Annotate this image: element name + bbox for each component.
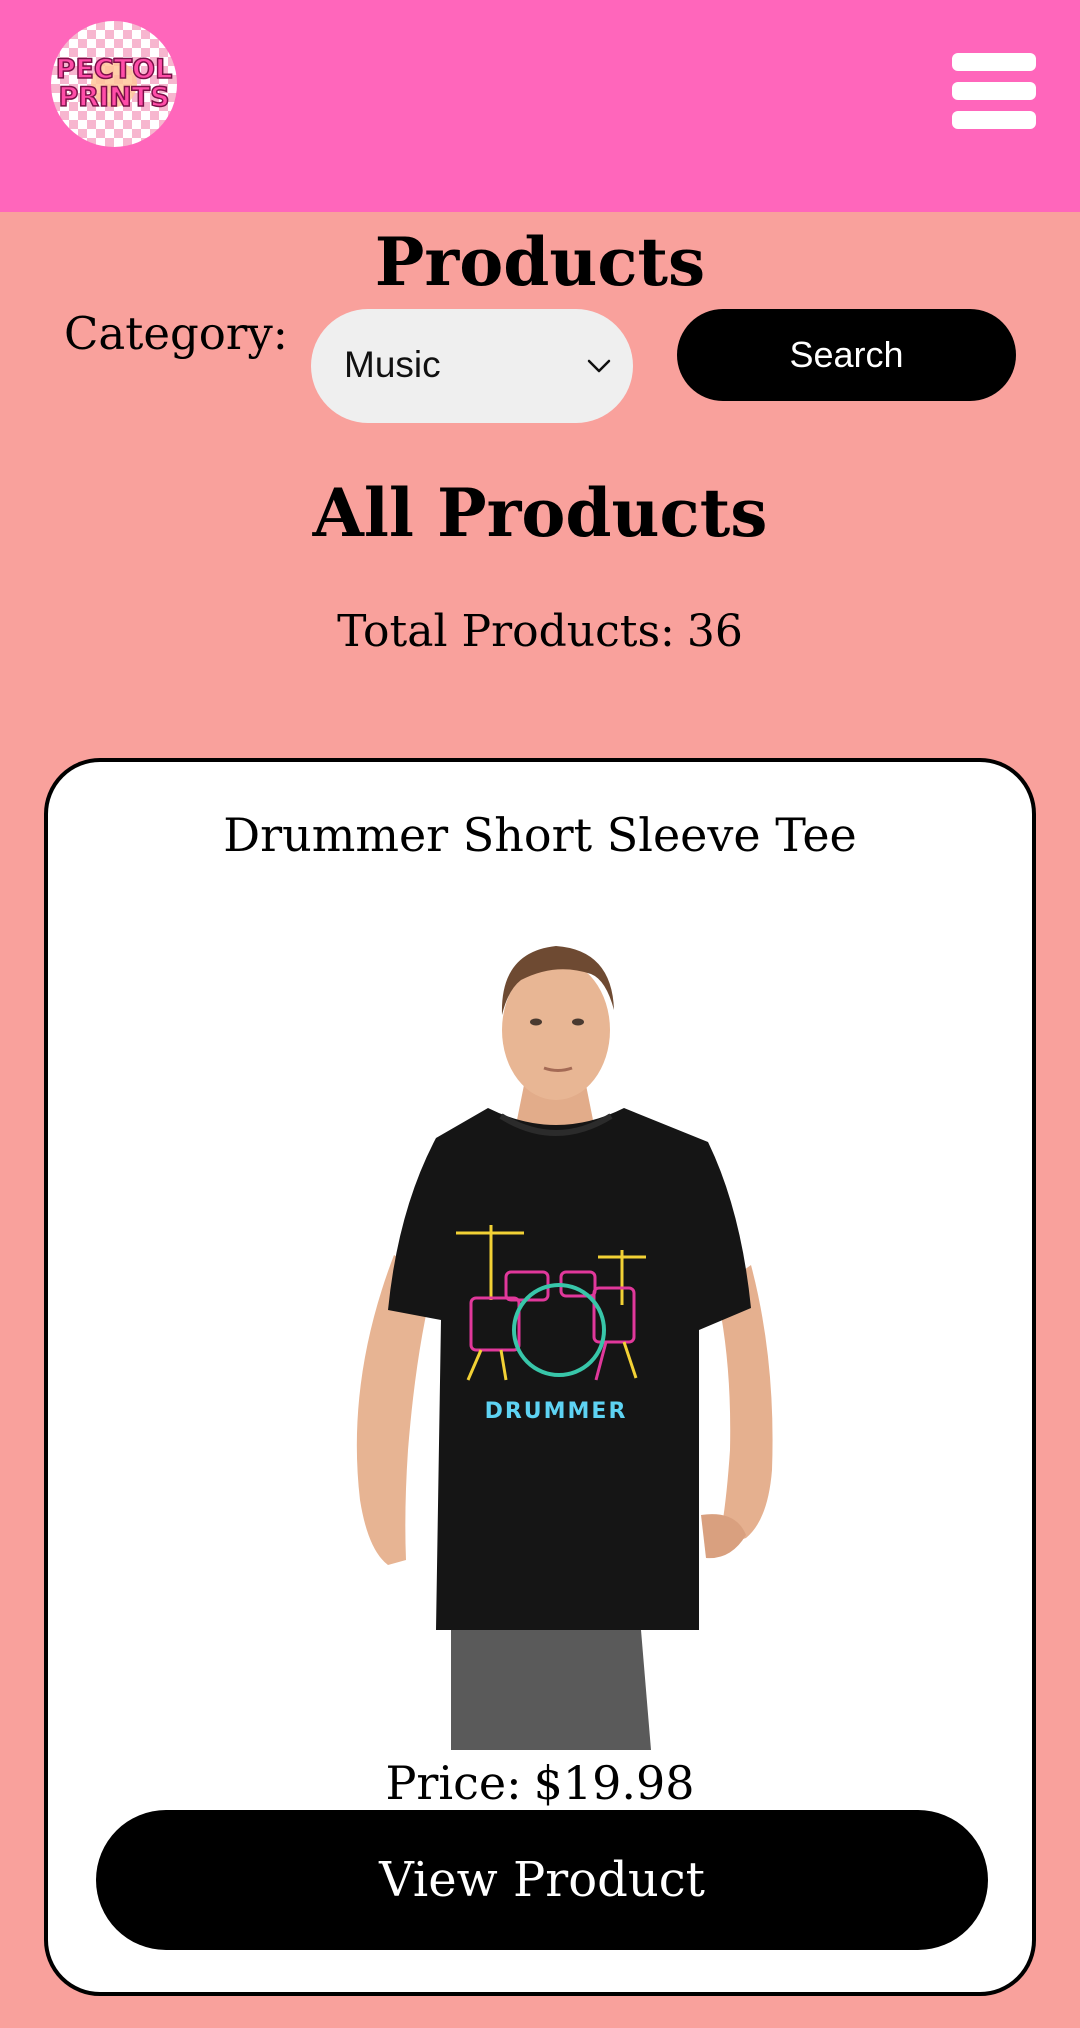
total-products: Total Products: 36 [0,604,1080,660]
product-price: Price: $19.98 [48,1754,1032,1812]
product-title: Drummer Short Sleeve Tee [223,808,857,862]
site-logo[interactable]: PECTOL PRINTS [51,21,177,147]
logo-text-line1: PECTOL [55,54,173,85]
price-value: $19.98 [533,1756,695,1810]
search-button[interactable]: Search [677,309,1016,401]
site-header: PECTOL PRINTS [0,0,1080,212]
product-card: Drummer Short Sleeve Tee DRUMMER Price: … [44,758,1036,1996]
view-product-button[interactable]: View Product [96,1810,988,1950]
svg-text:DRUMMER: DRUMMER [485,1399,628,1424]
total-products-count: 36 [686,606,743,657]
logo-text-line2: PRINTS [58,82,171,113]
all-products-heading: All Products [312,474,768,552]
hamburger-menu-icon[interactable] [950,50,1038,138]
price-label: Price: [385,1756,522,1810]
category-label: Category: [64,307,288,360]
product-image[interactable]: DRUMMER [306,910,826,1750]
total-products-label: Total Products: [337,606,675,657]
category-selected-value: Music [344,344,441,385]
chevron-down-icon [587,359,611,373]
category-select[interactable]: Music [311,309,633,423]
page-title: Products [374,223,706,301]
